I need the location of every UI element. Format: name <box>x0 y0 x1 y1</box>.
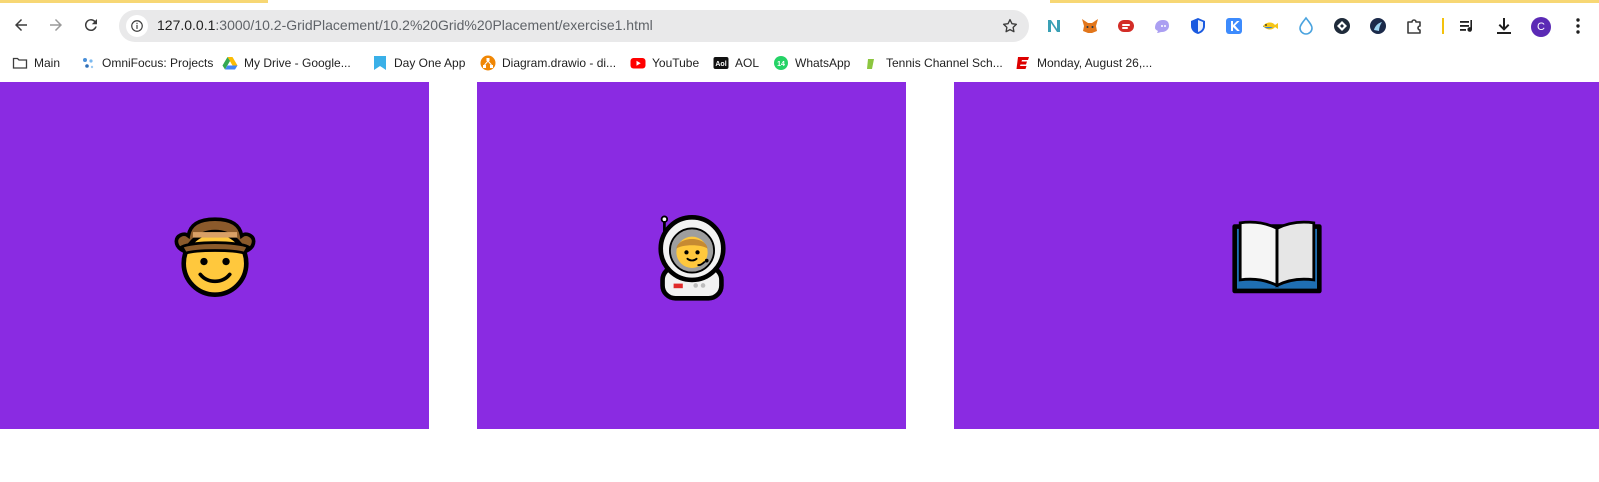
browser-menu-button[interactable] <box>1568 16 1588 36</box>
folder-icon <box>12 55 28 71</box>
fish-icon[interactable] <box>1260 16 1280 36</box>
page-content <box>0 82 1599 482</box>
svg-text:Aol: Aol <box>715 61 726 68</box>
bookmark-label: YouTube <box>652 56 700 70</box>
bookmark-google-drive[interactable]: My Drive - Google... <box>222 52 351 74</box>
media-playlist-icon[interactable] <box>1458 16 1478 36</box>
hex-icon[interactable] <box>1368 16 1388 36</box>
lastpass-icon[interactable] <box>1116 16 1136 36</box>
espn-icon <box>1015 55 1031 71</box>
download-icon[interactable] <box>1494 16 1514 36</box>
bookmarks-bar: Main OmniFocus: Projects My Drive - Goog… <box>0 48 1599 78</box>
bookmark-tennis-channel[interactable]: Tennis Channel Sch... <box>864 52 1003 74</box>
bookmark-label: My Drive - Google... <box>244 56 351 70</box>
bookmark-label: WhatsApp <box>795 56 851 70</box>
bookmark-label: Day One App <box>394 56 466 70</box>
reload-button[interactable] <box>78 12 104 38</box>
grid-item-2 <box>477 82 906 429</box>
omnifocus-icon <box>80 55 96 71</box>
browser-chrome: 127.0.0.1:3000/10.2-GridPlacement/10.2%2… <box>0 0 1599 82</box>
cowboy-hat-face-icon <box>174 216 255 297</box>
toolbar-divider <box>1442 18 1444 34</box>
bookmark-youtube[interactable]: YouTube <box>630 52 699 74</box>
reload-icon <box>84 19 97 32</box>
bookmark-label: Tennis Channel Sch... <box>886 56 1003 70</box>
shield-icon[interactable] <box>1188 16 1208 36</box>
forward-button[interactable] <box>43 12 69 38</box>
back-button[interactable] <box>8 12 34 38</box>
toolbar: 127.0.0.1:3000/10.2-GridPlacement/10.2%2… <box>0 4 1599 46</box>
water-drop-icon[interactable] <box>1296 16 1316 36</box>
bookmark-label: AOL <box>735 56 760 70</box>
profile-avatar[interactable]: C <box>1531 17 1551 37</box>
bookmark-star-button[interactable] <box>999 15 1021 37</box>
bookmark-omnifocus[interactable]: OmniFocus: Projects <box>80 52 213 74</box>
bookmark-label: Diagram.drawio - di... <box>502 56 617 70</box>
bookmark-whatsapp[interactable]: 14 WhatsApp <box>773 52 850 74</box>
url-host: 127.0.0.1 <box>157 17 216 33</box>
astronaut-icon <box>657 214 726 301</box>
day-one-icon <box>372 55 388 71</box>
more-vert-icon <box>1576 18 1580 34</box>
metamask-fox-icon[interactable] <box>1080 16 1100 36</box>
grid-item-1 <box>0 82 429 429</box>
bookmark-label: Monday, August 26,... <box>1037 56 1153 70</box>
bookmark-espn[interactable]: Monday, August 26,... <box>1015 52 1152 74</box>
kanban-k-icon[interactable] <box>1224 16 1244 36</box>
address-bar[interactable]: 127.0.0.1:3000/10.2-GridPlacement/10.2%2… <box>119 10 1029 42</box>
notion-calendar-icon[interactable] <box>1044 16 1064 36</box>
bookmark-aol[interactable]: Aol AOL <box>713 52 759 74</box>
ghost-icon[interactable] <box>1152 16 1172 36</box>
google-drive-icon <box>222 55 238 71</box>
url-path: :3000/10.2-GridPlacement/10.2%20Grid%20P… <box>215 17 653 33</box>
tab-strip-accent <box>1050 0 1599 3</box>
whatsapp-icon: 14 <box>773 55 789 71</box>
drawio-icon <box>480 55 496 71</box>
puzzle-icon[interactable] <box>1404 16 1424 36</box>
tab-strip-accent <box>0 0 268 3</box>
youtube-icon <box>630 55 646 71</box>
aol-icon: Aol <box>713 55 729 71</box>
bookmark-drawio[interactable]: Diagram.drawio - di... <box>480 52 616 74</box>
url-text[interactable]: 127.0.0.1:3000/10.2-GridPlacement/10.2%2… <box>157 17 653 33</box>
tennis-channel-icon <box>864 55 880 71</box>
bookmark-label: Main <box>34 56 61 70</box>
grid-item-3 <box>954 82 1599 429</box>
arrow-right-icon <box>50 19 62 31</box>
info-icon <box>131 20 143 32</box>
arrow-left-icon <box>15 19 27 31</box>
open-book-icon <box>1231 220 1322 293</box>
svg-text:14: 14 <box>777 61 785 68</box>
bookmark-day-one[interactable]: Day One App <box>372 52 465 74</box>
bookmark-main[interactable]: Main <box>12 52 60 74</box>
star-icon <box>1002 18 1018 33</box>
bookmark-label: OmniFocus: Projects <box>102 56 214 70</box>
diamond-icon[interactable] <box>1332 16 1352 36</box>
site-info-button[interactable] <box>126 15 148 37</box>
